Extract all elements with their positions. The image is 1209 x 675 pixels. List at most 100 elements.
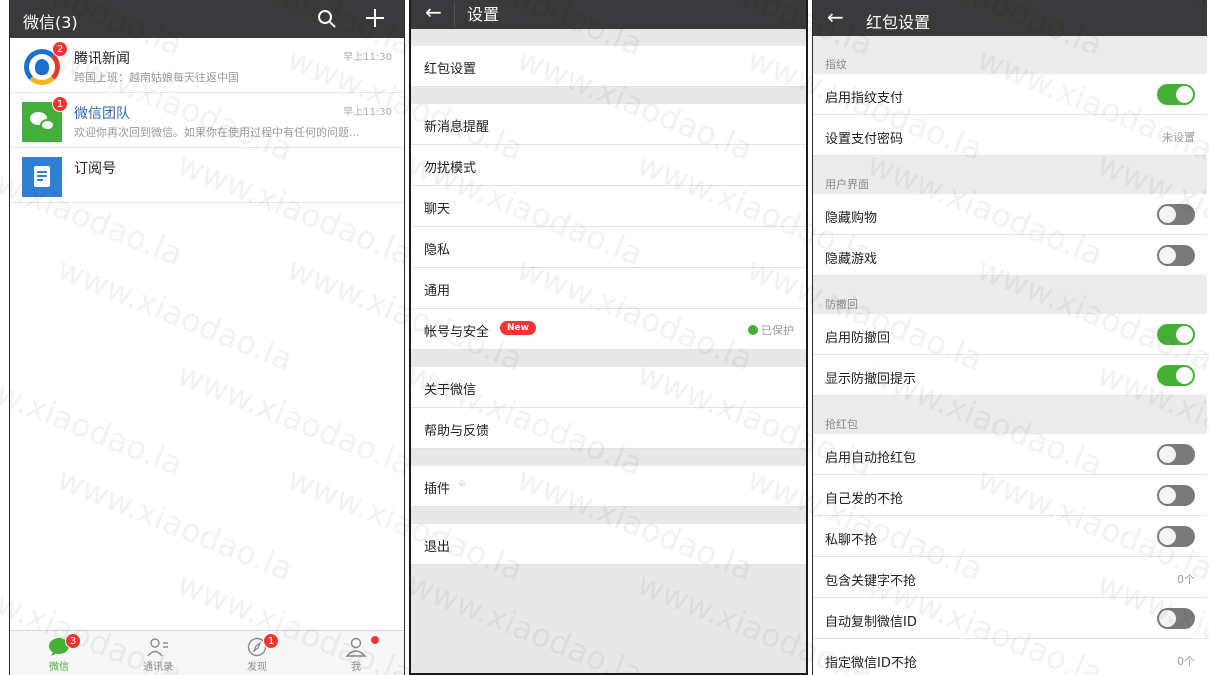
unread-badge: 2 bbox=[52, 41, 68, 57]
toggle-switch[interactable] bbox=[1157, 84, 1195, 105]
toggle-switch[interactable] bbox=[1157, 485, 1195, 506]
setting-row[interactable]: 隐藏购物 bbox=[813, 194, 1207, 235]
setting-row[interactable]: 隐藏游戏 bbox=[813, 235, 1207, 276]
setting-label: 包含关键字不抢 bbox=[825, 574, 917, 589]
settings-item-notifications[interactable]: 新消息提醒 bbox=[411, 104, 806, 145]
setting-label: 启用防撤回 bbox=[825, 331, 891, 346]
setting-label: 隐藏购物 bbox=[825, 211, 878, 226]
settings-item-plugins[interactable]: 插件 ⌾ bbox=[411, 466, 806, 507]
toggle-switch[interactable] bbox=[1157, 444, 1195, 465]
settings-item-label: 退出 bbox=[424, 540, 451, 555]
setting-row[interactable]: 私聊不抢 bbox=[813, 516, 1207, 557]
tab-label: 发现 bbox=[247, 662, 267, 673]
setting-label: 指定微信ID不抢 bbox=[825, 656, 917, 671]
red-packet-settings-list: 指纹启用指纹支付 设置支付密码 未设置用户界面隐藏购物隐藏游戏防撤回启用防撤回显示防… bbox=[813, 36, 1207, 675]
bottom-tab-bar: 3 微信 通讯录 1 发现 我 bbox=[10, 630, 404, 675]
section-header-label: 指纹 bbox=[825, 58, 847, 71]
section-header: 防撤回 bbox=[813, 276, 1207, 314]
toggle-switch[interactable] bbox=[1157, 526, 1195, 547]
tab-badge: 3 bbox=[65, 633, 81, 649]
settings-item-do-not-disturb[interactable]: 勿扰模式 bbox=[411, 145, 806, 186]
setting-label: 启用指纹支付 bbox=[825, 91, 904, 106]
toggle-switch[interactable] bbox=[1157, 245, 1195, 266]
red-packet-settings-screen: ← 红包设置 指纹启用指纹支付 设置支付密码 未设置用户界面隐藏购物隐藏游戏防撤回启… bbox=[812, 0, 1207, 675]
settings-item-account-security[interactable]: 帐号与安全 New 已保护 bbox=[411, 309, 806, 350]
chat-preview: 跨国上班：越南姑娘每天往返中国 bbox=[74, 71, 239, 84]
chat-preview: 欢迎你再次回到微信。如果你在使用过程中有任何的问题... bbox=[74, 126, 360, 139]
section-header: 用户界面 bbox=[813, 156, 1207, 194]
settings-item-red-packet[interactable]: 红包设置 bbox=[411, 46, 806, 87]
setting-row[interactable]: 启用自动抢红包 bbox=[813, 434, 1207, 475]
plus-icon[interactable] bbox=[365, 8, 385, 28]
setting-label: 自己发的不抢 bbox=[825, 492, 904, 507]
settings-item-label: 隐私 bbox=[424, 243, 451, 258]
setting-value: 0个 bbox=[1177, 655, 1195, 668]
setting-row[interactable]: 包含关键字不抢 0个 bbox=[813, 557, 1207, 598]
chat-row-wechat-team[interactable]: 1 微信团队 欢迎你再次回到微信。如果你在使用过程中有任何的问题... 早上11… bbox=[10, 93, 404, 148]
toggle-switch[interactable] bbox=[1157, 608, 1195, 629]
tab-me[interactable]: 我 bbox=[307, 631, 404, 675]
setting-label: 设置支付密码 bbox=[825, 132, 904, 147]
setting-row[interactable]: 设置支付密码 未设置 bbox=[813, 115, 1207, 156]
setting-value: 0个 bbox=[1177, 573, 1195, 586]
setting-row[interactable]: 启用防撤回 bbox=[813, 314, 1207, 355]
toggle-switch[interactable] bbox=[1157, 324, 1195, 345]
tab-contacts[interactable]: 通讯录 bbox=[109, 631, 207, 675]
person-icon bbox=[345, 637, 367, 657]
setting-label: 隐藏游戏 bbox=[825, 252, 878, 267]
page-title: 红包设置 bbox=[866, 13, 931, 32]
notification-dot bbox=[371, 636, 379, 644]
divider bbox=[411, 507, 806, 524]
search-icon[interactable] bbox=[317, 9, 337, 29]
chat-row-tencent-news[interactable]: 2 腾讯新闻 跨国上班：越南姑娘每天往返中国 早上11:30 bbox=[10, 38, 404, 93]
divider bbox=[411, 29, 806, 46]
tab-label: 微信 bbox=[49, 662, 69, 673]
settings-item-privacy[interactable]: 隐私 bbox=[411, 227, 806, 268]
settings-item-general[interactable]: 通用 bbox=[411, 268, 806, 309]
divider bbox=[411, 350, 806, 367]
chat-time: 早上11:30 bbox=[343, 52, 392, 63]
page-title: 设置 bbox=[467, 5, 500, 24]
settings-item-label: 帮助与反馈 bbox=[424, 424, 490, 439]
setting-value: 未设置 bbox=[1162, 131, 1195, 144]
back-arrow-icon[interactable]: ← bbox=[425, 0, 442, 24]
top-bar: 微信(3) bbox=[10, 0, 404, 38]
toggle-switch[interactable] bbox=[1157, 204, 1195, 225]
section-header: 抢红包 bbox=[813, 396, 1207, 434]
section-header-label: 防撤回 bbox=[825, 298, 858, 311]
top-bar: ← 设置 bbox=[411, 0, 806, 29]
contacts-icon bbox=[147, 637, 169, 657]
setting-row[interactable]: 自动复制微信ID bbox=[813, 598, 1207, 639]
setting-row[interactable]: 显示防撤回提示 bbox=[813, 355, 1207, 396]
security-status: 已保护 bbox=[748, 322, 794, 338]
settings-item-label: 红包设置 bbox=[424, 62, 477, 77]
chat-row-subscriptions[interactable]: 订阅号 bbox=[10, 148, 404, 203]
chat-time: 早上11:30 bbox=[343, 107, 392, 118]
setting-row[interactable]: 指定微信ID不抢 0个 bbox=[813, 639, 1207, 675]
setting-label: 启用自动抢红包 bbox=[825, 451, 917, 466]
tab-discover[interactable]: 1 发现 bbox=[208, 631, 306, 675]
new-badge: New bbox=[500, 321, 536, 335]
tab-label: 我 bbox=[351, 662, 361, 673]
tab-chats[interactable]: 3 微信 bbox=[10, 631, 108, 675]
divider bbox=[411, 449, 806, 466]
subscription-avatar bbox=[22, 157, 62, 197]
chat-name: 微信团队 bbox=[74, 106, 130, 122]
settings-item-label: 插件 bbox=[424, 482, 451, 497]
settings-item-logout[interactable]: 退出 bbox=[411, 524, 806, 565]
settings-screen: ← 设置 红包设置 新消息提醒 勿扰模式 聊天 隐私 通用 帐号与安全 New … bbox=[409, 0, 808, 675]
section-header-label: 抢红包 bbox=[825, 418, 858, 431]
settings-item-label: 勿扰模式 bbox=[424, 161, 477, 176]
back-arrow-icon[interactable]: ← bbox=[827, 5, 844, 29]
setting-row[interactable]: 自己发的不抢 bbox=[813, 475, 1207, 516]
settings-item-chat[interactable]: 聊天 bbox=[411, 186, 806, 227]
chat-list-screen: 微信(3) 2 腾讯新闻 跨国上班：越南姑娘每天往返中国 早上11:30 1 微… bbox=[9, 0, 405, 675]
setting-row[interactable]: 启用指纹支付 bbox=[813, 74, 1207, 115]
settings-item-about[interactable]: 关于微信 bbox=[411, 367, 806, 408]
toggle-switch[interactable] bbox=[1157, 365, 1195, 386]
settings-item-label: 聊天 bbox=[424, 202, 451, 217]
chat-name: 腾讯新闻 bbox=[74, 51, 130, 67]
section-header-label: 用户界面 bbox=[825, 178, 869, 191]
settings-item-label: 关于微信 bbox=[424, 383, 477, 398]
settings-item-help[interactable]: 帮助与反馈 bbox=[411, 408, 806, 449]
